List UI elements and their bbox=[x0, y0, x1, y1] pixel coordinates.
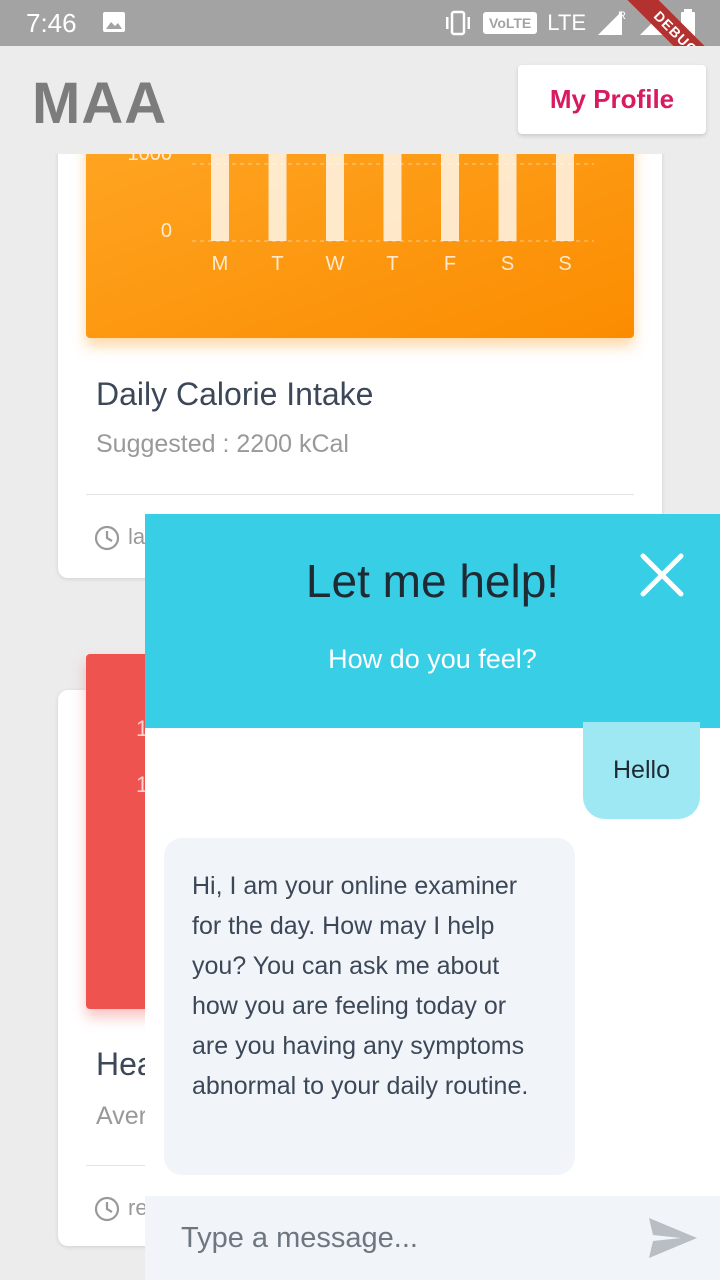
chart-x-tick: S bbox=[558, 253, 571, 275]
chart-x-tick: F bbox=[444, 253, 456, 275]
chart-y-tick: 0 bbox=[161, 220, 172, 242]
chart-x-tick: T bbox=[386, 253, 398, 275]
clock-icon bbox=[94, 1196, 120, 1222]
chart-x-tick: S bbox=[501, 253, 514, 275]
chart-x-tick: T bbox=[271, 253, 283, 275]
close-icon[interactable] bbox=[637, 550, 687, 600]
bot-message-bubble: Hi, I am your online examiner for the da… bbox=[164, 838, 575, 1175]
chat-panel: Let me help! How do you feel? Hello Hi, … bbox=[145, 514, 720, 1280]
network-type: LTE bbox=[547, 10, 586, 35]
chat-header: Let me help! How do you feel? bbox=[145, 514, 720, 728]
clock-icon bbox=[94, 525, 120, 551]
vibrate-icon bbox=[446, 10, 471, 36]
calorie-card-divider bbox=[86, 494, 634, 495]
calorie-card-footer: la bbox=[128, 524, 146, 549]
message-input[interactable] bbox=[181, 1216, 601, 1260]
volte-badge: VoLTE bbox=[483, 12, 538, 34]
user-message-bubble: Hello bbox=[583, 722, 700, 819]
chat-subtitle: How do you feel? bbox=[328, 644, 537, 674]
chat-title: Let me help! bbox=[305, 555, 560, 607]
chart-x-tick: M bbox=[212, 253, 229, 275]
status-time: 7:46 bbox=[26, 8, 77, 38]
message-input-bar bbox=[145, 1196, 720, 1280]
calorie-card-title: Daily Calorie Intake bbox=[96, 376, 374, 412]
app-title: MAA bbox=[32, 71, 168, 136]
roaming-label: R bbox=[618, 10, 626, 22]
send-icon[interactable] bbox=[647, 1216, 699, 1260]
signal-icon: R bbox=[598, 10, 626, 35]
image-icon bbox=[103, 12, 125, 32]
chart-x-tick: W bbox=[326, 253, 345, 275]
my-profile-button[interactable]: My Profile bbox=[518, 65, 706, 134]
calorie-card-subtitle: Suggested : 2200 kCal bbox=[96, 430, 349, 458]
app-bar: MAA My Profile bbox=[0, 46, 720, 154]
status-bar: 7:46 VoLTE LTE R DEBUG bbox=[0, 0, 720, 98]
heart-card-subtitle: Aver bbox=[96, 1102, 147, 1130]
